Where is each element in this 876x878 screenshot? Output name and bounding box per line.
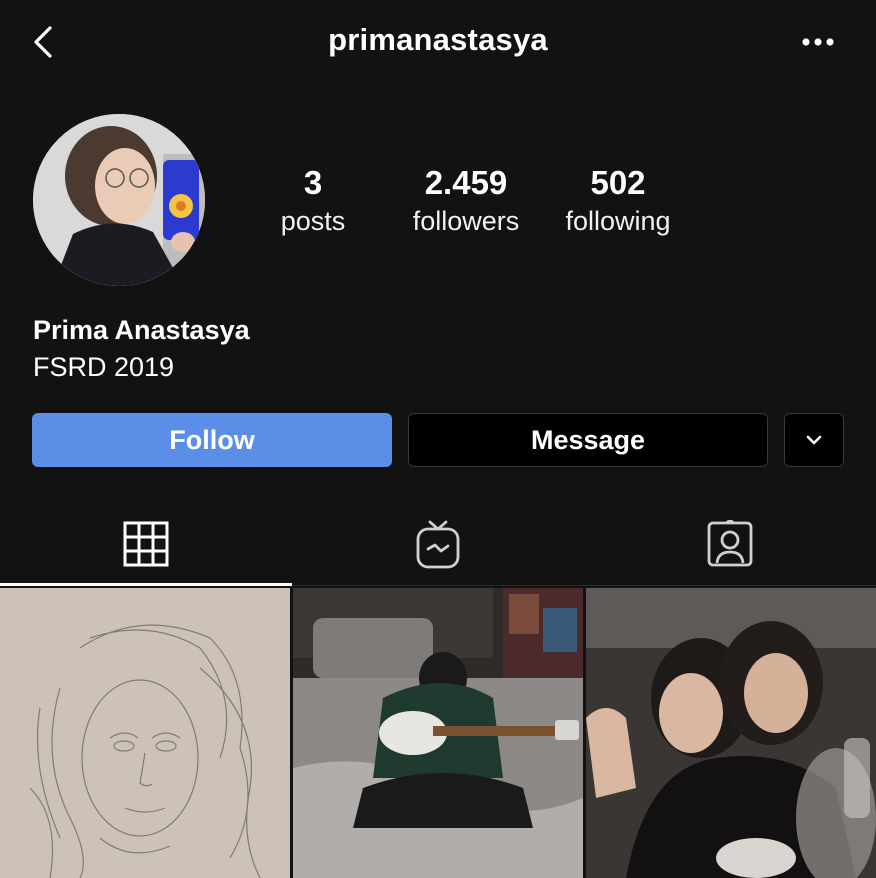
posts-label: posts (280, 206, 346, 236)
tagged-icon (707, 520, 753, 567)
profile-bio: FSRD 2019 (33, 352, 175, 382)
following-count[interactable]: 502 following (552, 165, 684, 241)
post-thumbnail-guitar[interactable] (293, 588, 583, 878)
followers-label: followers (412, 206, 520, 236)
profile-header: primanastasya (0, 0, 876, 90)
post-thumbnail-friends[interactable] (586, 588, 876, 878)
follow-button[interactable]: Follow (32, 413, 392, 467)
posts-grid (0, 588, 876, 878)
friends-image (586, 588, 876, 878)
grid-icon (123, 521, 169, 567)
profile-full-name: Prima Anastasya (33, 315, 250, 345)
post-thumbnail-sketch[interactable] (0, 588, 290, 878)
sketch-image (0, 588, 290, 878)
avatar[interactable] (33, 114, 205, 286)
page-title: primanastasya (328, 22, 548, 57)
tab-igtv[interactable] (292, 500, 584, 588)
tab-posts-grid[interactable] (0, 500, 292, 588)
posts-value: 3 (303, 164, 323, 201)
profile-tabs (0, 500, 876, 588)
more-horizontal-icon (802, 38, 834, 46)
active-tab-indicator (0, 583, 292, 586)
chevron-down-icon (806, 435, 822, 445)
following-value: 502 (590, 164, 646, 201)
followers-count[interactable]: 2.459 followers (396, 165, 536, 241)
tab-tagged[interactable] (584, 500, 876, 588)
suggested-accounts-button[interactable] (784, 413, 844, 467)
guitar-image (293, 588, 583, 878)
following-label: following (565, 206, 671, 236)
message-button[interactable]: Message (408, 413, 768, 467)
profile-photo (33, 114, 205, 286)
tab-divider (292, 585, 876, 586)
more-options-button[interactable] (800, 28, 840, 56)
igtv-icon (416, 520, 460, 569)
followers-value: 2.459 (424, 164, 508, 201)
posts-count: 3 posts (263, 165, 363, 241)
